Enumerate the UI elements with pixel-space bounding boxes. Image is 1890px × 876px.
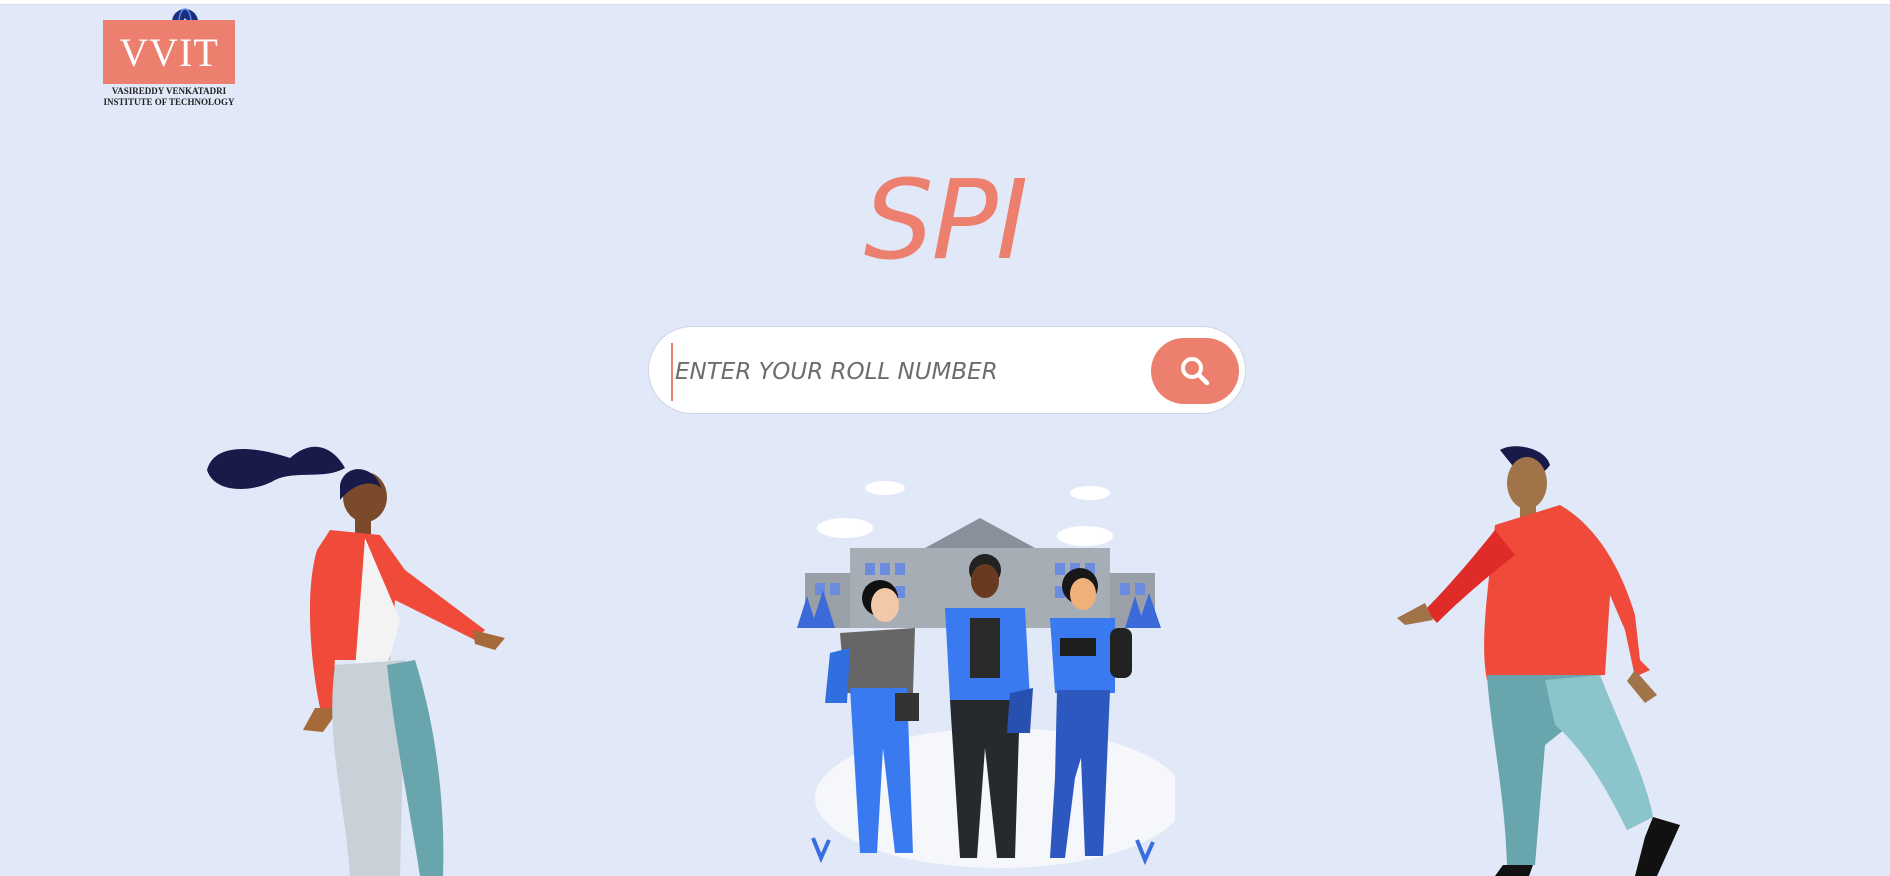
logo-subtitle: Vasireddy Venkatadri Institute of Techno… xyxy=(97,86,241,108)
logo-subtitle-line2: Institute of Technology xyxy=(103,97,235,107)
top-border xyxy=(0,0,1890,5)
page-title: SPI xyxy=(863,156,1029,284)
search-bar xyxy=(648,326,1246,414)
roll-number-input[interactable] xyxy=(671,343,1117,401)
students-campus-illustration xyxy=(797,481,1175,868)
vvit-logo[interactable]: VVIT Vasireddy Venkatadri Institute of T… xyxy=(103,8,235,108)
woman-walking-illustration xyxy=(207,446,505,876)
man-walking-illustration xyxy=(1397,446,1680,876)
logo-wordmark: VVIT xyxy=(103,20,235,84)
logo-subtitle-line1: Vasireddy Venkatadri xyxy=(111,86,227,96)
search-button[interactable] xyxy=(1151,338,1239,404)
search-icon xyxy=(1181,357,1210,386)
